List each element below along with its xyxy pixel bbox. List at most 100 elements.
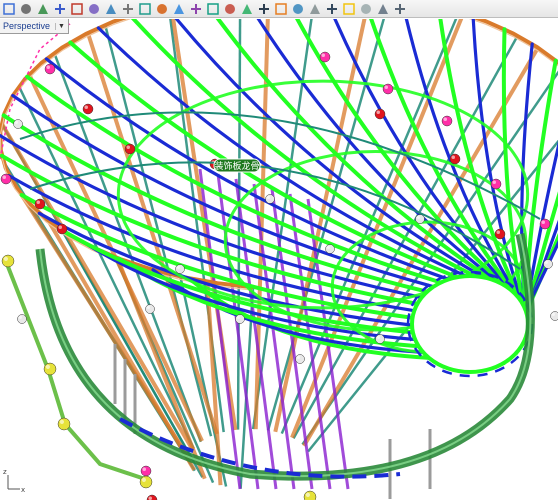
- select-icon[interactable]: [2, 2, 16, 16]
- boolean-icon[interactable]: [257, 2, 271, 16]
- pan-icon[interactable]: [19, 2, 33, 16]
- toolbar: [0, 0, 558, 18]
- circle-icon[interactable]: [325, 2, 339, 16]
- frame-member: [236, 19, 242, 430]
- object-label[interactable]: 装饰板龙骨: [213, 158, 261, 173]
- red-node: [374, 108, 386, 120]
- yellow-node: [57, 417, 71, 431]
- osnap-icon[interactable]: [274, 2, 288, 16]
- arc-icon[interactable]: [308, 2, 322, 16]
- axis-gizmo-icon: zx: [3, 468, 25, 494]
- node-highlight: [376, 335, 380, 339]
- node-highlight: [14, 120, 18, 125]
- model-view[interactable]: 装饰板龙骨zx: [0, 19, 558, 500]
- light-icon[interactable]: [342, 2, 356, 16]
- points-icon[interactable]: [138, 2, 152, 16]
- surface-icon[interactable]: [240, 2, 254, 16]
- node-highlight: [541, 220, 545, 224]
- yellow-node: [139, 475, 153, 489]
- red-node: [124, 143, 136, 155]
- node-highlight: [544, 260, 548, 264]
- node-highlight: [142, 467, 146, 471]
- white-node: [17, 314, 27, 324]
- node-highlight: [321, 53, 325, 57]
- red-node: [56, 223, 68, 235]
- node-highlight: [236, 315, 240, 319]
- layer-icon[interactable]: [376, 2, 390, 16]
- white-node: [415, 214, 425, 224]
- node-highlight: [492, 180, 496, 184]
- node-highlight: [141, 477, 146, 482]
- node-highlight: [46, 65, 50, 69]
- rotate-icon[interactable]: [36, 2, 50, 16]
- white-node: [265, 194, 275, 204]
- move-icon[interactable]: [104, 2, 118, 16]
- node-highlight: [266, 195, 270, 199]
- viewport-title-tab[interactable]: Perspective ▼: [0, 19, 69, 34]
- curve-icon[interactable]: [155, 2, 169, 16]
- cone-icon[interactable]: [223, 2, 237, 16]
- yellow-node: [303, 490, 317, 500]
- object-label-text: 装饰板龙骨: [214, 160, 259, 172]
- node-highlight: [36, 200, 40, 204]
- node-highlight: [84, 105, 88, 109]
- node-highlight: [59, 419, 64, 424]
- node-highlight: [126, 145, 130, 149]
- viewport-title: Perspective: [3, 21, 51, 31]
- polyline-icon[interactable]: [291, 2, 305, 16]
- red-node: [494, 228, 506, 240]
- white-node: [235, 314, 245, 324]
- white-node: [325, 244, 335, 254]
- node-highlight: [451, 155, 455, 159]
- throat-opening: [410, 274, 530, 374]
- node-highlight: [45, 364, 51, 369]
- yellow-node: [1, 254, 15, 268]
- white-node: [13, 119, 23, 129]
- zoom-window-icon[interactable]: [53, 2, 67, 16]
- pink-node: [140, 465, 152, 477]
- red-node: [34, 198, 46, 210]
- node-highlight: [551, 312, 555, 316]
- node-highlight: [146, 305, 150, 309]
- node-highlight: [296, 355, 300, 359]
- axis-z-label: z: [3, 468, 7, 476]
- named-view-icon[interactable]: [87, 2, 101, 16]
- pink-node: [0, 173, 12, 185]
- node-highlight: [2, 175, 6, 179]
- white-node: [375, 334, 385, 344]
- red-node: [449, 153, 461, 165]
- grid-icon[interactable]: [393, 2, 407, 16]
- red-node: [82, 103, 94, 115]
- white-node: [550, 311, 558, 321]
- red-node: [146, 494, 158, 500]
- node-highlight: [416, 215, 420, 219]
- copy-icon[interactable]: [121, 2, 135, 16]
- node-highlight: [496, 230, 500, 234]
- node-highlight: [3, 256, 8, 261]
- yellow-node: [43, 362, 57, 376]
- pink-node: [382, 83, 394, 95]
- box-icon[interactable]: [189, 2, 203, 16]
- node-highlight: [326, 245, 330, 249]
- node-highlight: [305, 492, 310, 497]
- white-node: [295, 354, 305, 364]
- lock-icon[interactable]: [359, 2, 373, 16]
- render-icon[interactable]: [172, 2, 186, 16]
- perspective-viewport[interactable]: 装饰板龙骨 z x Perspective ▼: [0, 19, 558, 500]
- white-node: [543, 259, 553, 269]
- node-highlight: [376, 110, 380, 114]
- node-highlight: [58, 225, 62, 229]
- node-highlight: [384, 85, 388, 89]
- axis-x-label: x: [21, 486, 25, 494]
- cylinder-icon[interactable]: [206, 2, 220, 16]
- node-highlight: [148, 496, 152, 500]
- pink-node: [490, 178, 502, 190]
- pink-node: [44, 63, 56, 75]
- viewport-menu-arrow-icon[interactable]: ▼: [55, 22, 65, 30]
- white-node: [175, 264, 185, 274]
- white-node: [145, 304, 155, 314]
- node-highlight: [443, 117, 447, 121]
- pink-node: [539, 218, 551, 230]
- zoom-extents-icon[interactable]: [70, 2, 84, 16]
- node-highlight: [18, 315, 22, 319]
